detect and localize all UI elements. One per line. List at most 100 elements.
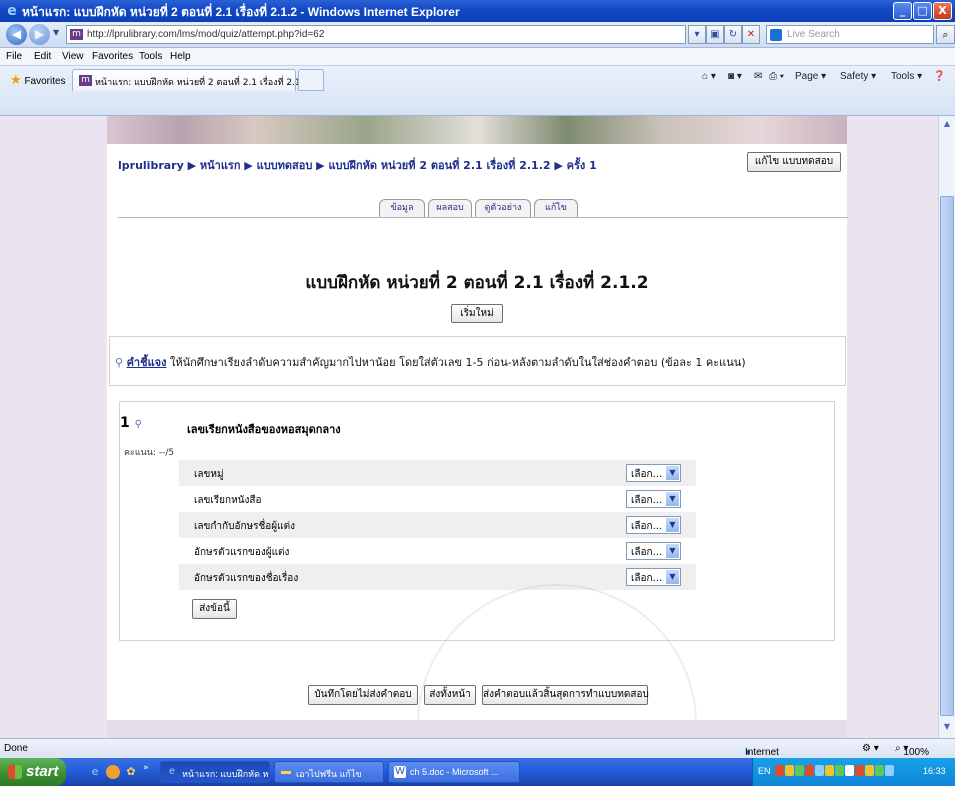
tab-title: หน้าแรก: แบบฝึกหัด หน่วยที่ 2 ตอนที่ 2.1… xyxy=(95,78,310,88)
submit-page-button[interactable]: ส่งทั้งหน้า xyxy=(424,685,476,705)
help-icon[interactable]: ❓ xyxy=(933,71,945,82)
tools-menu-label: Tools xyxy=(891,71,915,82)
minimize-button[interactable]: _ xyxy=(893,2,912,20)
quicklaunch-more-icon[interactable]: » xyxy=(143,763,149,773)
tab-results[interactable]: ผลสอบ xyxy=(428,199,472,218)
menu-tools[interactable]: Tools xyxy=(139,51,162,62)
page-footer-band xyxy=(107,720,847,738)
match-select[interactable]: เลือก... ▼ xyxy=(626,542,681,560)
new-tab-button[interactable] xyxy=(298,69,324,91)
history-dropdown-icon[interactable]: ▼ xyxy=(53,28,59,37)
messenger-quicklaunch-icon[interactable]: ✿ xyxy=(124,765,138,779)
match-row: เลขกำกับอักษรชื่อผู้แต่ง เลือก... ▼ xyxy=(179,512,696,538)
match-select[interactable]: เลือก... ▼ xyxy=(626,568,681,586)
instruction-label[interactable]: คำชี้แจง xyxy=(127,356,167,369)
back-button[interactable]: ◀ xyxy=(6,24,27,45)
menu-help[interactable]: Help xyxy=(170,51,191,62)
match-label: เลขกำกับอักษรชื่อผู้แต่ง xyxy=(194,521,295,532)
window-titlebar: e หน้าแรก: แบบฝึกหัด หน่วยที่ 2 ตอนที่ 2… xyxy=(0,0,955,22)
tools-menu[interactable]: Tools ▾ xyxy=(891,71,922,82)
chevron-down-icon[interactable]: ▼ xyxy=(666,518,679,532)
refresh-icon[interactable]: ↻ xyxy=(724,25,742,44)
window-title: หน้าแรก: แบบฝึกหัด หน่วยที่ 2 ตอนที่ 2.1… xyxy=(22,5,460,19)
search-field[interactable]: Live Search xyxy=(766,25,934,44)
favorites-label: Favorites xyxy=(24,76,66,87)
print-icon[interactable]: ⎙ ▾ xyxy=(769,71,784,82)
match-select[interactable]: เลือก... ▼ xyxy=(626,490,681,508)
taskbar-item-label: ch 5.doc - Microsoft ... xyxy=(410,767,499,777)
tab-info[interactable]: ข้อมูล xyxy=(379,199,425,218)
scrollbar-thumb[interactable] xyxy=(940,196,954,716)
close-button[interactable]: X xyxy=(933,2,952,20)
forward-button[interactable]: ▶ xyxy=(29,24,50,45)
taskbar-item-label: หน้าแรก: แบบฝึกหัด ห... xyxy=(182,769,270,779)
menu-favorites[interactable]: Favorites xyxy=(92,51,133,62)
ie-logo-icon: e xyxy=(7,3,17,19)
tab-current[interactable]: m หน้าแรก: แบบฝึกหัด หน่วยที่ 2 ตอนที่ 2… xyxy=(72,69,309,91)
mail-icon[interactable]: ✉ xyxy=(754,71,762,82)
address-url[interactable]: http://lprulibrary.com/lms/mod/quiz/atte… xyxy=(87,29,324,40)
ie-quicklaunch-icon[interactable]: e xyxy=(88,765,102,779)
safety-menu[interactable]: Safety ▾ xyxy=(840,71,876,82)
page-viewport: lprulibrary ▶ หน้าแรก ▶ แบบทดสอบ ▶ แบบฝึ… xyxy=(0,116,938,738)
question-score: คะแนน: --/5 xyxy=(124,448,175,458)
search-icon[interactable]: ⌕ xyxy=(936,25,955,44)
start-label: start xyxy=(26,763,59,780)
submit-question-button[interactable]: ส่งข้อนี้ xyxy=(192,599,237,619)
menu-bar: File Edit View Favorites Tools Help xyxy=(0,48,955,66)
tabs-divider xyxy=(118,217,848,218)
chevron-down-icon[interactable]: ▼ xyxy=(666,466,679,480)
favorites-button[interactable]: ★ Favorites xyxy=(10,72,66,88)
breadcrumb[interactable]: lprulibrary ▶ หน้าแรก ▶ แบบทดสอบ ▶ แบบฝึ… xyxy=(118,156,597,174)
tab-edit[interactable]: แก้ไข xyxy=(534,199,578,218)
tray-icons[interactable] xyxy=(775,765,915,779)
menu-view[interactable]: View xyxy=(62,51,84,62)
tab-favicon-icon: m xyxy=(79,75,92,86)
edit-quiz-button[interactable]: แก้ไข แบบทดสอบ xyxy=(747,152,841,172)
chevron-down-icon[interactable]: ▼ xyxy=(666,492,679,506)
question-box: 1 ⚲ เลขเรียกหนังสือของหอสมุดกลาง คะแนน: … xyxy=(119,401,835,641)
zoom-control[interactable]: ⌕ 100% ▾ xyxy=(895,743,929,758)
match-label: เลขหมู่ xyxy=(194,469,224,480)
internet-zone-label: Internet xyxy=(745,747,779,758)
folder-icon: ▬ xyxy=(281,766,291,777)
menu-file[interactable]: File xyxy=(6,51,22,62)
address-dropdown-icon[interactable]: ▾ xyxy=(688,25,706,44)
instruction-box: ⚲ คำชี้แจง ให้นักศึกษาเรียงลำดับความสำคั… xyxy=(109,336,846,386)
taskbar-item-word[interactable]: W ch 5.doc - Microsoft ... xyxy=(388,761,520,783)
match-select-value: เลือก... xyxy=(631,521,663,532)
language-indicator[interactable]: EN xyxy=(758,766,771,776)
stop-icon[interactable]: ✕ xyxy=(742,25,760,44)
submit-all-and-finish-button[interactable]: ส่งคำตอบแล้วสิ้นสุดการทำแบบทดสอบ xyxy=(482,685,649,705)
match-select-value: เลือก... xyxy=(631,469,663,480)
compatibility-icon[interactable]: ▣ xyxy=(706,25,724,44)
taskbar-item-ie[interactable]: e หน้าแรก: แบบฝึกหัด ห... xyxy=(160,761,270,783)
page-content: lprulibrary ▶ หน้าแรก ▶ แบบทดสอบ ▶ แบบฝึ… xyxy=(107,144,848,738)
home-icon[interactable]: ⌂ ▾ xyxy=(702,71,716,82)
address-field[interactable]: m http://lprulibrary.com/lms/mod/quiz/at… xyxy=(66,25,686,44)
start-button[interactable]: start xyxy=(0,758,66,786)
restart-button[interactable]: เริ่มใหม่ xyxy=(451,304,503,323)
zoom-level: 100% xyxy=(903,747,929,758)
feeds-icon[interactable]: ◙ ▾ xyxy=(728,71,742,82)
tab-preview[interactable]: ดูตัวอย่าง xyxy=(475,199,531,218)
instruction-body: ให้นักศึกษาเรียงลำดับความสำคัญมากไปหาน้อ… xyxy=(166,356,746,369)
scroll-up-icon[interactable]: ▲ xyxy=(941,119,953,131)
match-select[interactable]: เลือก... ▼ xyxy=(626,464,681,482)
vertical-scrollbar[interactable]: ▲ ▼ xyxy=(938,116,955,738)
scroll-down-icon[interactable]: ▼ xyxy=(941,722,953,734)
maximize-button[interactable]: □ xyxy=(913,2,932,20)
page-menu[interactable]: Page ▾ xyxy=(795,71,826,82)
save-without-submit-button[interactable]: บันทึกโดยไม่ส่งคำตอบ xyxy=(308,685,418,705)
clock[interactable]: 16:33 xyxy=(923,766,946,776)
chevron-down-icon[interactable]: ▼ xyxy=(666,570,679,584)
menu-edit[interactable]: Edit xyxy=(34,51,51,62)
firefox-quicklaunch-icon[interactable] xyxy=(106,765,120,779)
match-select[interactable]: เลือก... ▼ xyxy=(626,516,681,534)
protected-mode-icon[interactable]: ⚙ ▾ xyxy=(862,743,879,754)
search-placeholder: Live Search xyxy=(787,29,840,40)
question-number-value: 1 xyxy=(120,415,130,431)
taskbar-item-folder[interactable]: ▬ เอาไปฟรีน แก้ไข xyxy=(274,761,384,783)
chevron-down-icon[interactable]: ▼ xyxy=(666,544,679,558)
instruction-text: ⚲ คำชี้แจง ให้นักศึกษาเรียงลำดับความสำคั… xyxy=(115,353,746,371)
